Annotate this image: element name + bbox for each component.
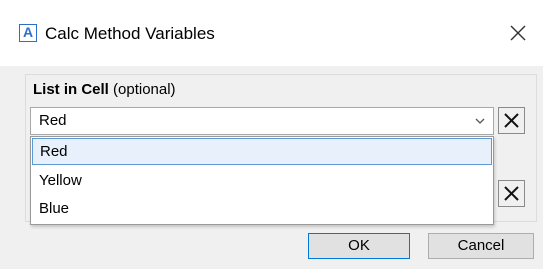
dropdown-option-blue[interactable]: Blue — [32, 196, 492, 223]
field-label: List in Cell (optional) — [33, 81, 176, 99]
dropdown-option-red[interactable]: Red — [32, 138, 492, 165]
close-icon-glyph — [510, 25, 526, 41]
clear-list-button[interactable] — [498, 107, 525, 134]
calc-method-variables-dialog: A Calc Method Variables List in Cell (op… — [0, 0, 543, 269]
close-icon[interactable] — [507, 22, 529, 44]
window-title: Calc Method Variables — [45, 24, 215, 43]
clear-x-icon — [504, 113, 519, 128]
field-label-optional: (optional) — [113, 81, 176, 98]
dropdown-option-yellow[interactable]: Yellow — [32, 168, 492, 195]
ok-button[interactable]: OK — [308, 233, 410, 259]
field-label-name: List in Cell — [33, 81, 109, 98]
dropdown-list: Red Yellow Blue — [30, 136, 494, 225]
clear-second-field-button[interactable] — [498, 180, 525, 207]
cancel-button[interactable]: Cancel — [428, 233, 534, 259]
app-icon: A — [19, 24, 37, 42]
select-value: Red — [39, 112, 67, 129]
chevron-down-icon — [475, 118, 485, 124]
clear-x-icon — [504, 186, 519, 201]
list-in-cell-select[interactable]: Red — [30, 107, 494, 135]
title-bar: A Calc Method Variables — [0, 0, 543, 66]
app-icon-letter: A — [22, 24, 34, 40]
